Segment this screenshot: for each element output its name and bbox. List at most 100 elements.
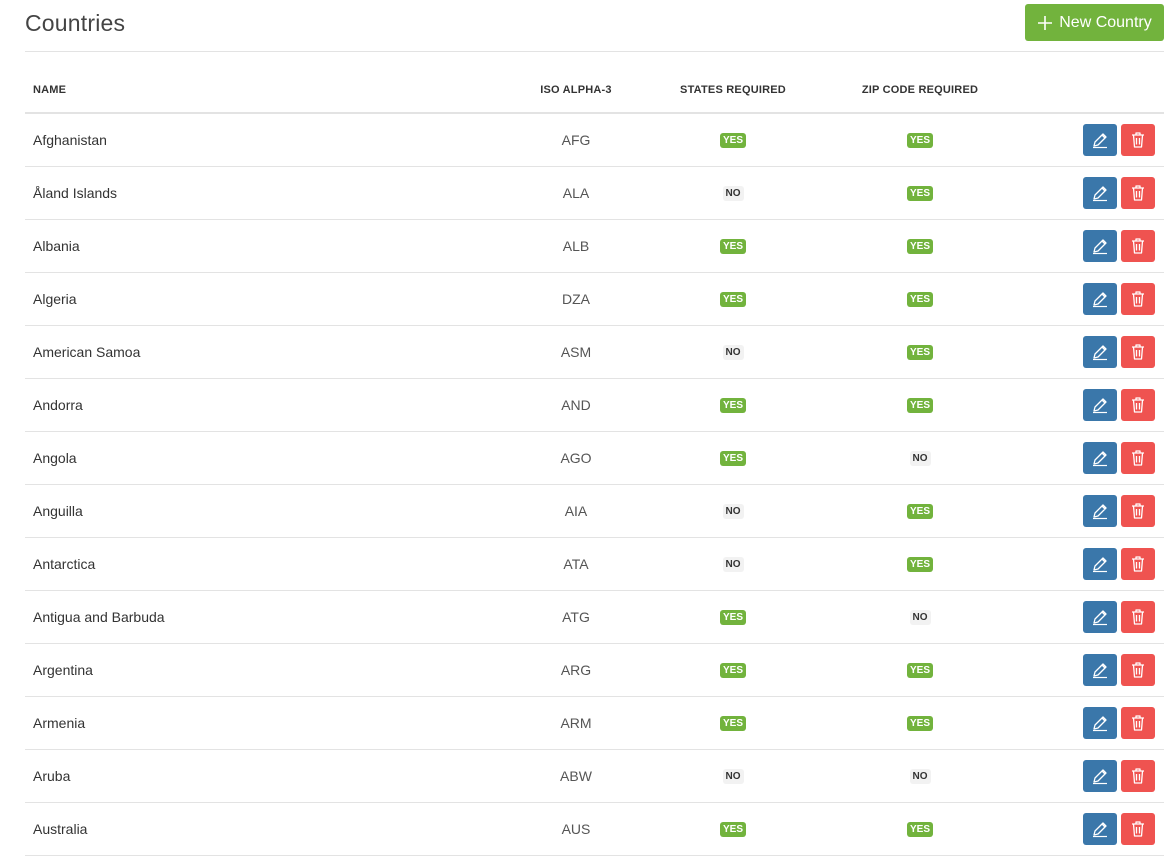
iso-code: ALB <box>562 238 590 254</box>
column-header-states-required[interactable]: STATES REQUIRED <box>677 84 789 96</box>
zip-required-cell: YES <box>855 379 985 431</box>
zip-required-cell: NO <box>855 432 985 484</box>
delete-button[interactable] <box>1121 336 1155 368</box>
table-body: Afghanistan AFG YES YES Åland Islands ALA NO YE… <box>25 114 1164 856</box>
table-row: Afghanistan AFG YES YES <box>25 114 1164 167</box>
iso-code: AIA <box>564 503 588 519</box>
trash-icon <box>1130 608 1146 626</box>
table-row: Australia AUS YES YES <box>25 803 1164 856</box>
delete-button[interactable] <box>1121 230 1155 262</box>
states-required-badge: YES <box>719 132 746 148</box>
table-row: Albania ALB YES YES <box>25 220 1164 273</box>
iso-code: ATG <box>562 609 590 625</box>
pencil-icon <box>1091 290 1109 308</box>
delete-button[interactable] <box>1121 124 1155 156</box>
pencil-icon <box>1091 502 1109 520</box>
states-required-badge: YES <box>719 291 746 307</box>
column-header-zip-required[interactable]: ZIP CODE REQUIRED <box>855 84 985 96</box>
zip-required-cell: YES <box>855 167 985 219</box>
iso-code: ATA <box>563 556 589 572</box>
row-actions <box>1083 495 1155 527</box>
delete-button[interactable] <box>1121 601 1155 633</box>
states-required-badge: YES <box>719 715 746 731</box>
edit-button[interactable] <box>1083 760 1117 792</box>
states-required-cell: YES <box>677 591 789 643</box>
new-country-button[interactable]: New Country <box>1025 4 1164 41</box>
page-title: Countries <box>25 10 126 36</box>
pencil-icon <box>1091 449 1109 467</box>
edit-button[interactable] <box>1083 124 1117 156</box>
delete-button[interactable] <box>1121 813 1155 845</box>
table-row: Aruba ABW NO NO <box>25 750 1164 803</box>
row-actions <box>1083 760 1155 792</box>
delete-button[interactable] <box>1121 442 1155 474</box>
table-row: Antarctica ATA NO YES <box>25 538 1164 591</box>
edit-button[interactable] <box>1083 654 1117 686</box>
edit-button[interactable] <box>1083 442 1117 474</box>
trash-icon <box>1130 184 1146 202</box>
edit-button[interactable] <box>1083 813 1117 845</box>
countries-table: NAME ISO ALPHA-3 STATES REQUIRED ZIP COD… <box>25 52 1164 856</box>
edit-button[interactable] <box>1083 707 1117 739</box>
states-required-cell: YES <box>677 697 789 749</box>
edit-button[interactable] <box>1083 495 1117 527</box>
zip-required-cell: NO <box>855 750 985 802</box>
delete-button[interactable] <box>1121 707 1155 739</box>
country-name: Angola <box>33 450 77 466</box>
zip-required-cell: YES <box>855 273 985 325</box>
country-name: Afghanistan <box>33 132 107 148</box>
pencil-icon <box>1091 608 1109 626</box>
country-name: Australia <box>33 821 88 837</box>
iso-code: AFG <box>561 132 591 148</box>
row-actions <box>1083 124 1155 156</box>
row-actions <box>1083 336 1155 368</box>
row-actions <box>1083 230 1155 262</box>
states-required-cell: YES <box>677 432 789 484</box>
row-actions <box>1083 654 1155 686</box>
zip-required-badge: YES <box>906 821 933 837</box>
delete-button[interactable] <box>1121 495 1155 527</box>
iso-code: AND <box>561 397 591 413</box>
delete-button[interactable] <box>1121 760 1155 792</box>
states-required-badge: YES <box>719 821 746 837</box>
zip-required-badge: NO <box>909 609 931 625</box>
edit-button[interactable] <box>1083 336 1117 368</box>
table-row: American Samoa ASM NO YES <box>25 326 1164 379</box>
row-actions <box>1083 442 1155 474</box>
states-required-badge: YES <box>719 662 746 678</box>
delete-button[interactable] <box>1121 654 1155 686</box>
zip-required-badge: YES <box>906 185 933 201</box>
pencil-icon <box>1091 714 1109 732</box>
iso-code: AGO <box>560 450 592 466</box>
table-row: Algeria DZA YES YES <box>25 273 1164 326</box>
states-required-badge: NO <box>722 503 744 519</box>
trash-icon <box>1130 820 1146 838</box>
trash-icon <box>1130 714 1146 732</box>
zip-required-badge: YES <box>906 291 933 307</box>
trash-icon <box>1130 449 1146 467</box>
zip-required-badge: YES <box>906 556 933 572</box>
column-header-name[interactable]: NAME <box>33 84 66 96</box>
edit-button[interactable] <box>1083 548 1117 580</box>
delete-button[interactable] <box>1121 283 1155 315</box>
edit-button[interactable] <box>1083 177 1117 209</box>
countries-page: Countries New Country NAME ISO ALPHA-3 S… <box>0 0 1175 864</box>
delete-button[interactable] <box>1121 548 1155 580</box>
pencil-icon <box>1091 131 1109 149</box>
delete-button[interactable] <box>1121 389 1155 421</box>
delete-button[interactable] <box>1121 177 1155 209</box>
row-actions <box>1083 548 1155 580</box>
zip-required-badge: NO <box>909 768 931 784</box>
zip-required-cell: YES <box>855 326 985 378</box>
column-header-iso[interactable]: ISO ALPHA-3 <box>535 84 617 96</box>
zip-required-badge: YES <box>906 132 933 148</box>
edit-button[interactable] <box>1083 389 1117 421</box>
iso-code: ASM <box>560 344 592 360</box>
table-row: Armenia ARM YES YES <box>25 697 1164 750</box>
pencil-icon <box>1091 767 1109 785</box>
edit-button[interactable] <box>1083 283 1117 315</box>
edit-button[interactable] <box>1083 230 1117 262</box>
trash-icon <box>1130 131 1146 149</box>
edit-button[interactable] <box>1083 601 1117 633</box>
iso-code: ARM <box>560 715 592 731</box>
